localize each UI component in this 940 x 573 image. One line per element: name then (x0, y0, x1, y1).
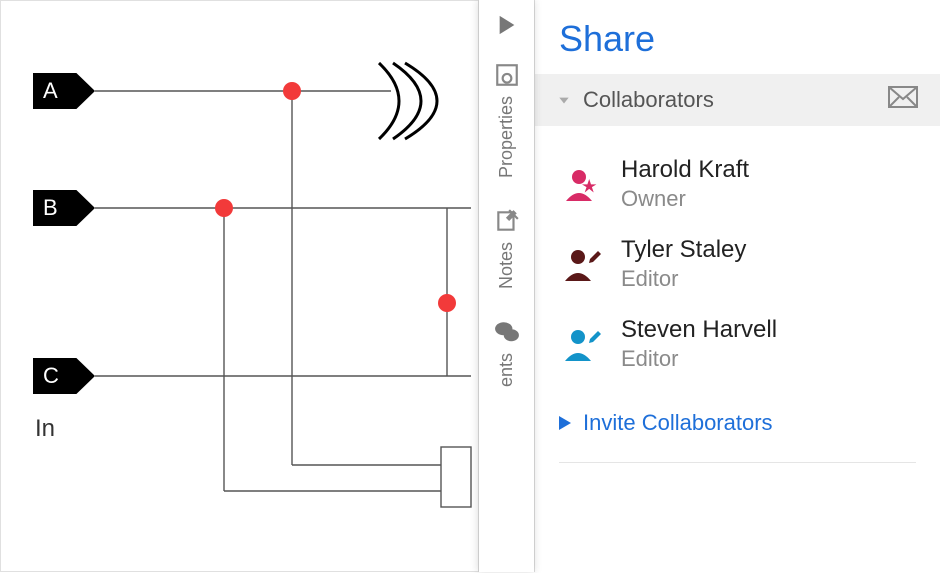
collaborator-name: Harold Kraft (621, 156, 749, 184)
collaborator-row[interactable]: Tyler Staley Editor (559, 224, 916, 304)
notes-icon (494, 208, 520, 234)
comments-icon (493, 319, 521, 345)
in-label: In (35, 415, 55, 443)
invite-collaborators-button[interactable]: Invite Collaborators (535, 392, 940, 454)
panel-title: Share (535, 18, 940, 74)
collaborator-row[interactable]: Harold Kraft Owner (559, 144, 916, 224)
editor-icon (559, 327, 607, 361)
mail-icon[interactable] (888, 86, 918, 114)
rail-label-properties: Properties (496, 96, 517, 178)
owner-icon (559, 167, 607, 201)
chevron-down-icon (557, 87, 571, 113)
chevron-right-icon (496, 14, 518, 36)
rail-tab-notes[interactable]: Notes (479, 196, 535, 307)
collaborators-section-label: Collaborators (583, 87, 714, 113)
collaborators-list: Harold Kraft Owner Tyler Staley Editor (535, 126, 940, 392)
side-rail: Properties Notes ents (478, 0, 534, 572)
rail-label-notes: Notes (496, 242, 517, 289)
invite-label: Invite Collaborators (583, 410, 773, 436)
collaborator-role: Editor (621, 346, 777, 372)
triangle-right-icon (559, 410, 571, 436)
collaborator-name: Tyler Staley (621, 236, 746, 264)
rail-tab-comments[interactable]: ents (479, 307, 535, 405)
editor-icon (559, 247, 607, 281)
rail-collapse-button[interactable] (479, 0, 535, 50)
collaborator-name: Steven Harvell (621, 316, 777, 344)
collaborators-section-header[interactable]: Collaborators (535, 74, 940, 126)
share-panel: Share Collaborators Harold Kraft (534, 0, 940, 572)
properties-icon (494, 62, 520, 88)
rail-label-comments: ents (496, 353, 517, 387)
collaborator-role: Owner (621, 186, 749, 212)
panel-divider (559, 462, 916, 463)
rail-tab-properties[interactable]: Properties (479, 50, 535, 196)
collaborator-row[interactable]: Steven Harvell Editor (559, 304, 916, 384)
collaborator-role: Editor (621, 266, 746, 292)
